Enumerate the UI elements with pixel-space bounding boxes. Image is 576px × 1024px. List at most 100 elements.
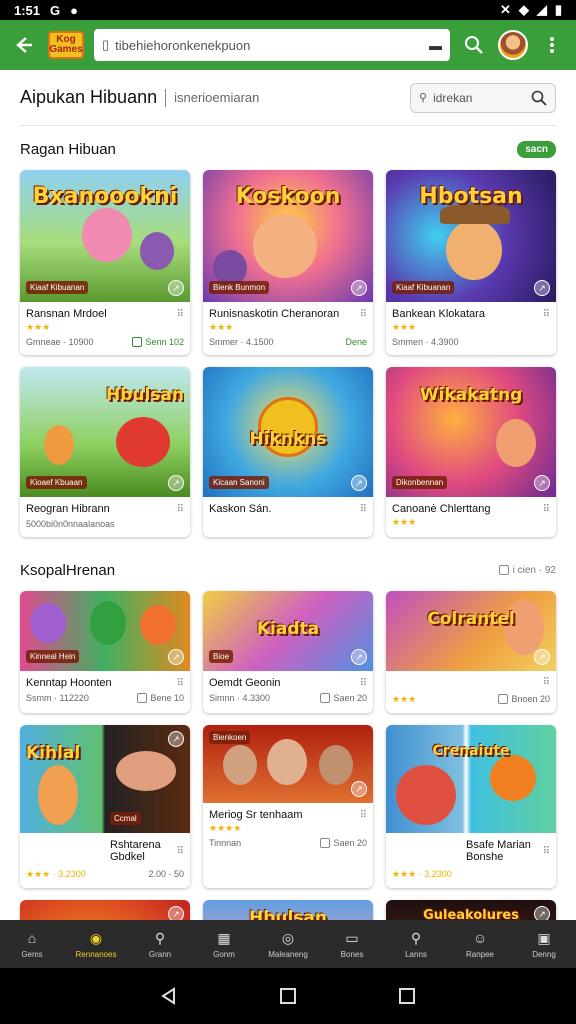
- game-card[interactable]: Guleakolures ↗: [386, 900, 556, 920]
- more-icon[interactable]: ⠿: [177, 504, 184, 515]
- game-tag: Kioaef Kbuaan: [26, 476, 87, 489]
- game-art-title: Hbotsan: [419, 184, 523, 209]
- game-card[interactable]: Koskoon Bienk Bunmon ↗ Runisnaskotin Che…: [203, 170, 373, 355]
- nav-label: Grann: [148, 950, 172, 959]
- cast-icon[interactable]: ▬: [429, 38, 442, 53]
- search-icon[interactable]: [460, 31, 488, 59]
- game-card[interactable]: Hbulsan: [203, 900, 373, 920]
- game-grid: Bxanoookni Kiaaf Kibuanan ↗ Ransnan Mrdo…: [20, 170, 556, 355]
- game-grid: Kihlal Ccmal ↗ Rshtarena Gbdkel ⠿ ★★★ · 3…: [20, 725, 556, 888]
- more-icon[interactable]: ⠿: [360, 678, 367, 689]
- game-meta: Smmen · 4.3900: [392, 337, 459, 347]
- home-icon: ⌂: [27, 930, 37, 946]
- search-placeholder: idrekan: [433, 90, 473, 105]
- share-icon[interactable]: ↗: [168, 475, 184, 491]
- game-card[interactable]: Wikakatng Dikonbennan ↗ Canoanė Chlertta…: [386, 367, 556, 537]
- share-icon[interactable]: ↗: [534, 906, 550, 920]
- game-name: Runisnaskotin Cheranoran: [209, 308, 340, 320]
- game-card[interactable]: Hbotsan Kiaaf Kibuanan ↗ Bankean Klokata…: [386, 170, 556, 355]
- more-icon[interactable]: ⠿: [543, 846, 550, 857]
- nav-item-coins[interactable]: ◎ Maleaneng: [256, 920, 320, 968]
- game-meta-right: Dene: [345, 337, 367, 347]
- share-icon[interactable]: ↗: [534, 475, 550, 491]
- recents-square-icon[interactable]: [397, 986, 417, 1006]
- share-icon[interactable]: ↗: [351, 280, 367, 296]
- more-icon[interactable]: ⠿: [360, 309, 367, 320]
- more-icon[interactable]: ⠿: [177, 309, 184, 320]
- status-bar: 1:51 G ● ✕ ◆ ◢ ▮: [0, 0, 576, 20]
- game-thumbnail: Hbotsan Kiaaf Kibuanan ↗: [386, 170, 556, 302]
- site-logo[interactable]: Kog Games: [48, 31, 84, 59]
- game-meta: ★★★ · 3.2300: [392, 869, 452, 879]
- more-icon[interactable]: ⠿: [177, 846, 184, 857]
- more-icon[interactable]: ⠿: [543, 677, 550, 688]
- nav-item-search[interactable]: ⚲ Grann: [128, 920, 192, 968]
- overflow-menu-icon[interactable]: [538, 31, 566, 59]
- search-input[interactable]: ⚲ idrekan: [410, 82, 556, 113]
- page: 1:51 G ● ✕ ◆ ◢ ▮ Kog Games ▯ tibehiehoro…: [0, 0, 576, 1024]
- url-text: tibehiehoronkenekpuon: [115, 37, 251, 53]
- share-icon[interactable]: ↗: [168, 906, 184, 920]
- game-card[interactable]: ↗: [20, 900, 190, 920]
- game-card[interactable]: Crenaiute Bsafe Marian Bonshe ⠿ ★★★ · 3.2…: [386, 725, 556, 888]
- checkbox-icon[interactable]: [320, 693, 331, 703]
- home-square-icon[interactable]: [278, 986, 298, 1006]
- game-name: Ransnan Mrdoel: [26, 308, 107, 320]
- game-card[interactable]: Hiknkns Kicaan Sanoni ↗ Kaskon Sán. ⠿: [203, 367, 373, 537]
- share-icon[interactable]: ↗: [534, 649, 550, 665]
- nav-item-settings[interactable]: ▣ Denng: [512, 920, 576, 968]
- game-art-title: Colrantel: [427, 609, 515, 629]
- game-card[interactable]: Colrantel ↗ ⠿ ★★★ Bnoen 20: [386, 591, 556, 713]
- game-card[interactable]: Hbulsan Kioaef Kbuaan ↗ Reogran Hibrann ⠿…: [20, 367, 190, 537]
- search-icon[interactable]: [531, 90, 547, 106]
- share-icon[interactable]: ↗: [168, 649, 184, 665]
- share-icon[interactable]: ↗: [351, 781, 367, 797]
- nav-label: Denng: [532, 950, 556, 959]
- search-small-icon: ⚲: [419, 92, 428, 104]
- game-meta-right: Saen 20: [333, 838, 367, 848]
- section-badge[interactable]: sacn: [517, 140, 556, 158]
- checkbox-icon[interactable]: [498, 565, 509, 575]
- nav-item-controller[interactable]: ▭ Bones: [320, 920, 384, 968]
- nav-item-home[interactable]: ⌂ Gems: [0, 920, 64, 968]
- checkbox-icon[interactable]: [137, 693, 148, 703]
- more-icon[interactable]: ⠿: [360, 810, 367, 821]
- checkbox-icon[interactable]: [320, 838, 331, 848]
- back-triangle-icon[interactable]: [159, 986, 179, 1006]
- share-icon[interactable]: ↗: [168, 731, 184, 747]
- back-arrow-icon[interactable]: [10, 31, 38, 59]
- share-icon[interactable]: ↗: [168, 280, 184, 296]
- nav-item-profile[interactable]: ☺ Ranpee: [448, 920, 512, 968]
- browser-toolbar: Kog Games ▯ tibehiehoronkenekpuon ▬: [0, 20, 576, 70]
- game-card[interactable]: Kiadta Bioe ↗ Oemdt Geonin ⠿ Simnn · 4.33…: [203, 591, 373, 713]
- more-icon[interactable]: ⠿: [543, 504, 550, 515]
- game-name: Oemdt Geonin: [209, 677, 281, 689]
- nav-item-games[interactable]: ◉ Rennanoes: [64, 920, 128, 968]
- game-art-title: Kihlal: [26, 743, 81, 763]
- more-icon[interactable]: ⠿: [360, 504, 367, 515]
- game-name: Bankean Klokatara: [392, 308, 485, 320]
- nav-item-gallery[interactable]: ▦ Gonm: [192, 920, 256, 968]
- game-card[interactable]: Bienkoen ↗ Meriog Sr tenhaam ⠿ ★★★★ Tinnn…: [203, 725, 373, 888]
- checkbox-icon[interactable]: [498, 693, 509, 704]
- share-icon[interactable]: ↗: [351, 649, 367, 665]
- share-icon[interactable]: ↗: [534, 280, 550, 296]
- game-card[interactable]: Kihlal Ccmal ↗ Rshtarena Gbdkel ⠿ ★★★ · 3…: [20, 725, 190, 888]
- nav-item-notifications[interactable]: ⚲ Lanns: [384, 920, 448, 968]
- game-meta-right: Saen 20: [333, 693, 367, 703]
- nav-label: Maleaneng: [268, 950, 308, 959]
- checkbox-icon[interactable]: [132, 337, 143, 347]
- game-art-title: Hbulsan: [248, 908, 328, 920]
- main-content: Aipukan Hibuann isnerioemiaran ⚲ idrekan…: [0, 70, 576, 920]
- settings-icon: ▣: [537, 929, 551, 946]
- game-card[interactable]: Bxanoookni Kiaaf Kibuanan ↗ Ransnan Mrdo…: [20, 170, 190, 355]
- share-icon[interactable]: ↗: [351, 475, 367, 491]
- more-icon[interactable]: ⠿: [543, 309, 550, 320]
- game-meta: Smmer · 4.1500: [209, 337, 274, 347]
- url-bar[interactable]: ▯ tibehiehoronkenekpuon ▬: [94, 29, 450, 61]
- game-thumbnail: Wikakatng Dikonbennan ↗: [386, 367, 556, 497]
- more-icon[interactable]: ⠿: [177, 678, 184, 689]
- game-thumbnail: Bxanoookni Kiaaf Kibuanan ↗: [20, 170, 190, 302]
- game-card[interactable]: Kinneal Hein ↗ Kenntap Hoonten ⠿ Ssmm · 1…: [20, 591, 190, 713]
- user-avatar[interactable]: [498, 30, 528, 60]
